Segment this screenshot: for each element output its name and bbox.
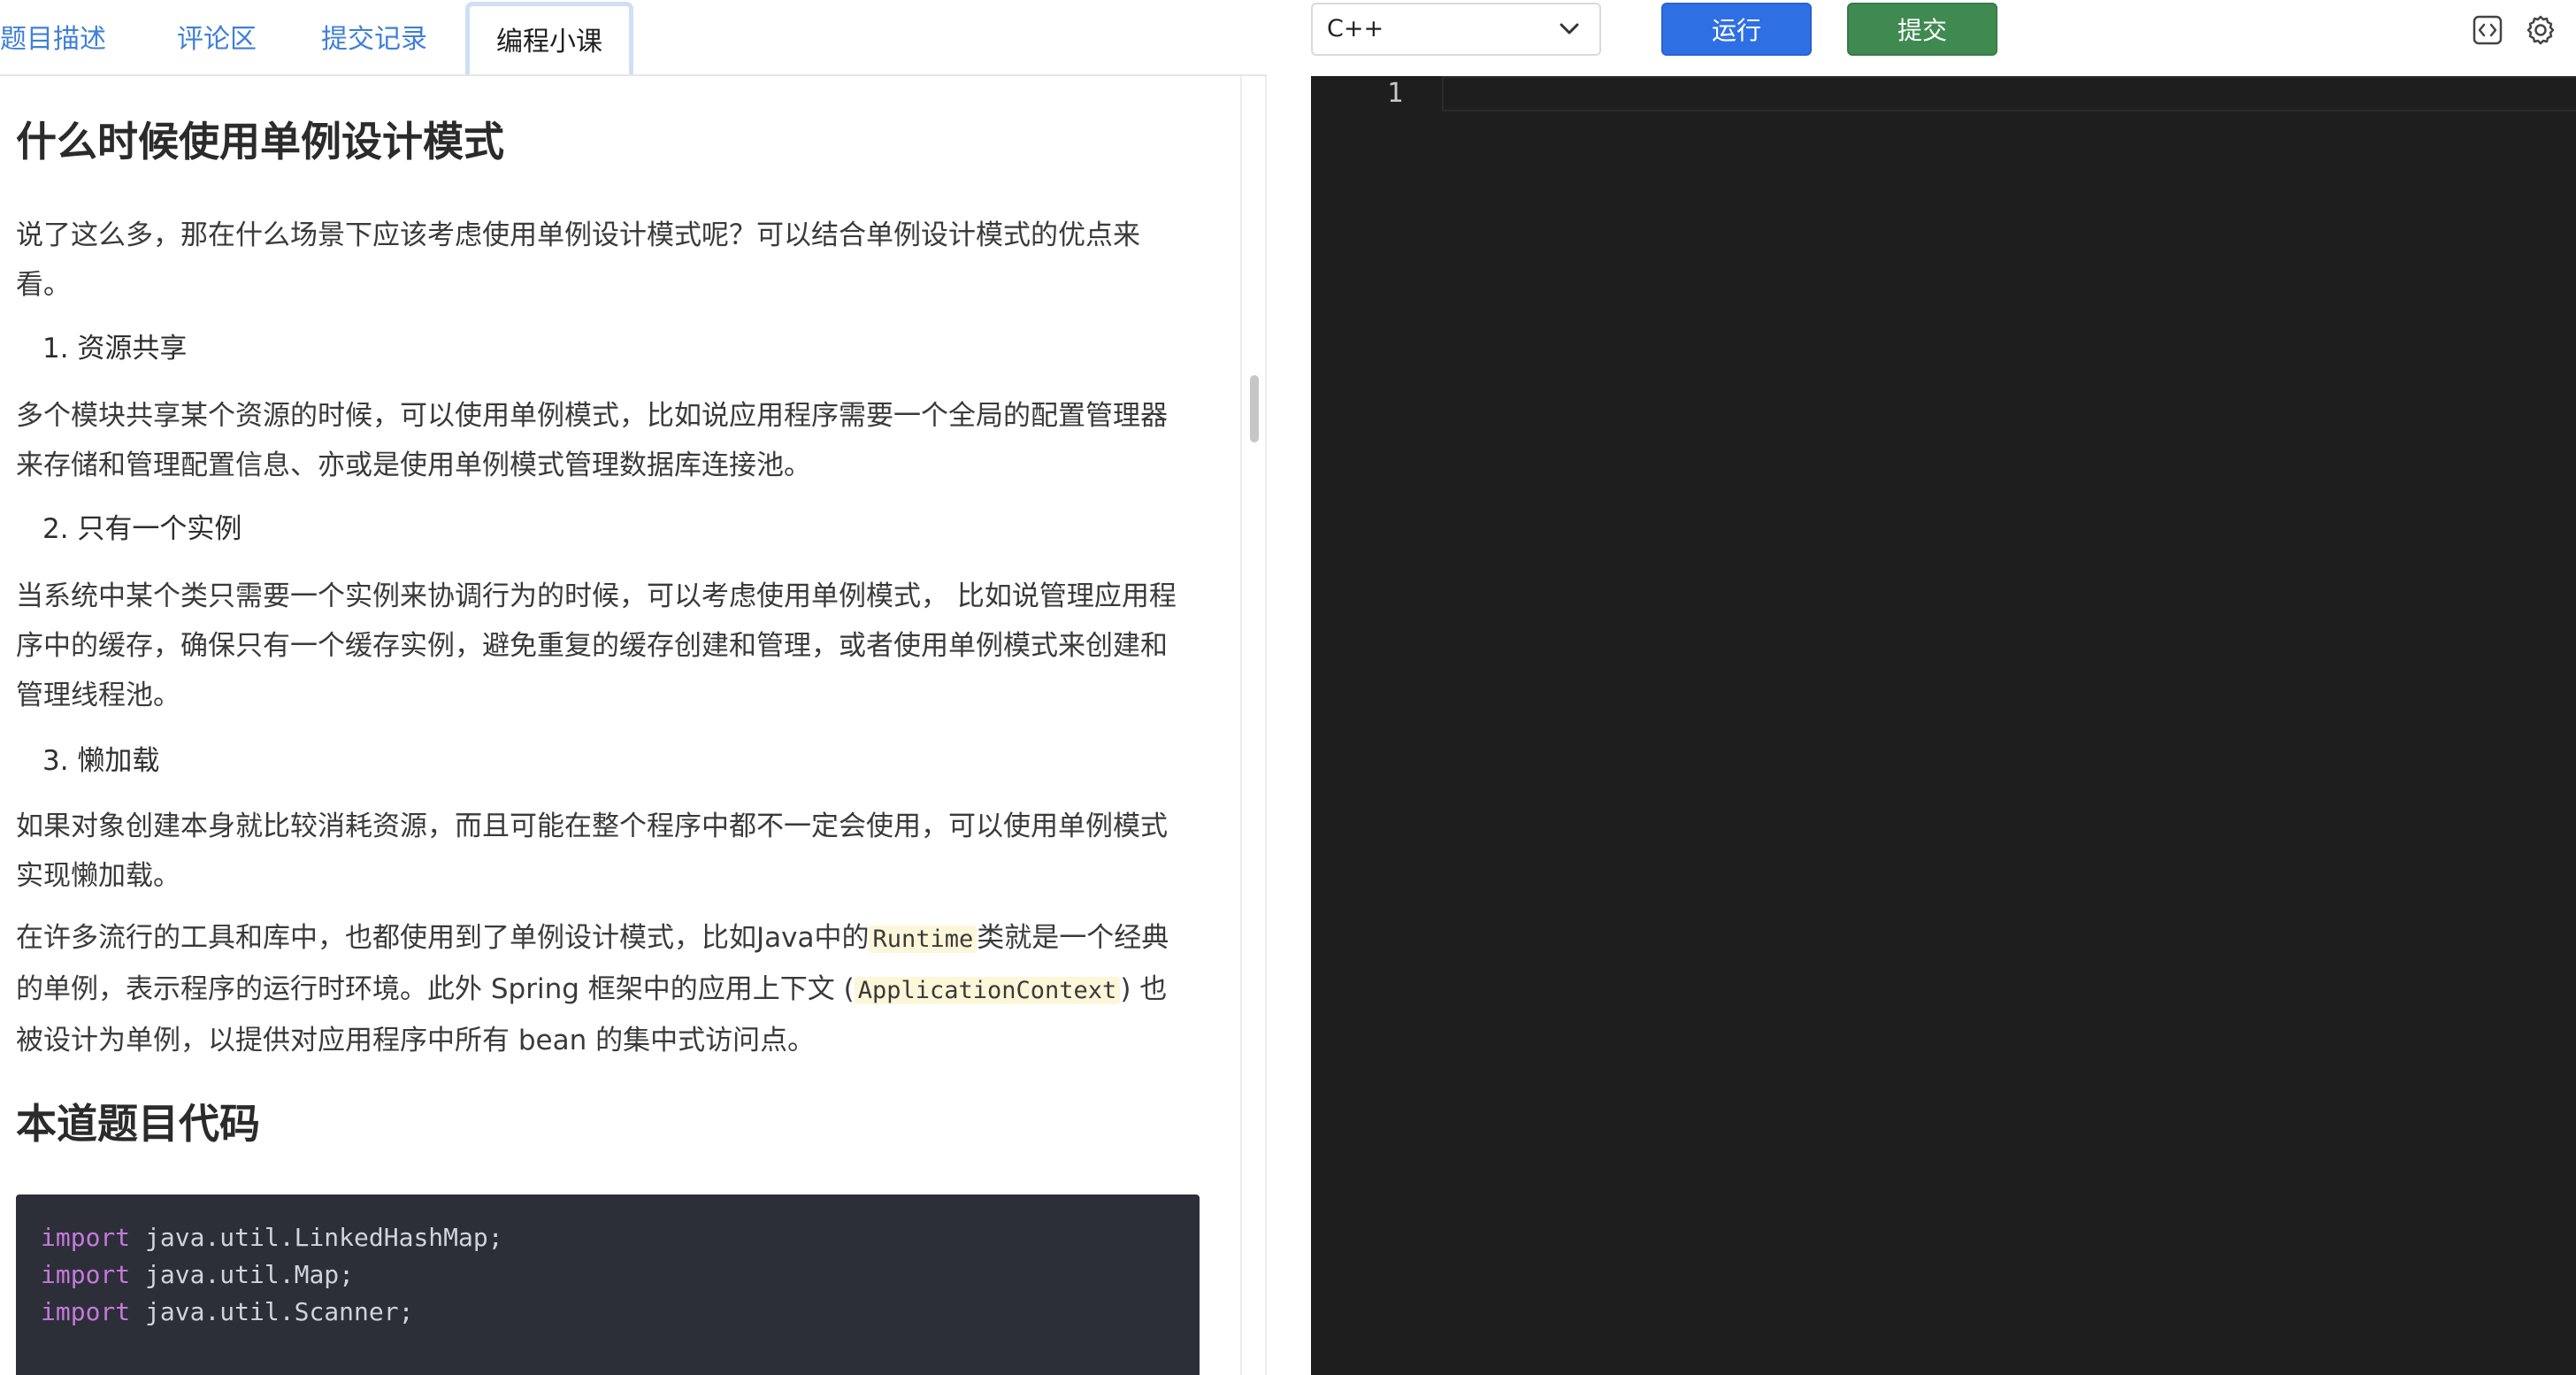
closing-text: 在许多流行的工具和库中，也都使用到了单例设计模式，比如Java中的 [16,922,870,954]
tab-bar: 题目描述 评论区 提交记录 编程小课 [0,0,1267,76]
run-button[interactable]: 运行 [1661,3,1812,56]
tab-comments[interactable]: 评论区 [177,0,257,76]
code-text: java.util.Map; [130,1260,355,1289]
gear-icon[interactable] [2525,14,2557,46]
section-heading: 什么时候使用单例设计模式 [16,118,504,165]
list-item-title: 3. 懒加载 [42,745,160,777]
tab-description[interactable]: 题目描述 [0,0,106,76]
list-item-title: 2. 只有一个实例 [42,513,242,545]
code-line: import java.util.LinkedHashMap; [41,1219,1175,1256]
list-item-text: 多个模块共享某个资源的时候，可以使用单例模式，比如说应用程序需要一个全局的配置管… [16,400,1168,481]
code-keyword: import [41,1223,131,1252]
inline-code-runtime: Runtime [869,926,978,953]
section-heading: 本道题目代码 [16,1100,260,1148]
list-item-text: 如果对象创建本身就比较消耗资源，而且可能在整个程序中都不一定会使用，可以使用单例… [16,810,1168,892]
intro-paragraph: 说了这么多，那在什么场景下应该考虑使用单例设计模式呢？可以结合单例设计模式的优点… [16,219,1140,301]
code-text: java.util.Scanner; [130,1297,414,1326]
code-text: java.util.LinkedHashMap; [130,1223,503,1252]
language-select-value: C++ [1327,15,1384,42]
list-item-text: 当系统中某个类只需要一个实例来协调行为的时候，可以考虑使用单例模式， 比如说管理… [16,580,1177,711]
editor-panel: C++ 运行 提交 1 [1267,0,2576,1375]
code-icon[interactable] [2472,14,2503,46]
submit-button[interactable]: 提交 [1847,3,1997,56]
chevron-down-icon [1560,23,1579,35]
editor-toolbar: C++ 运行 提交 [1267,0,2576,76]
language-select[interactable]: C++ [1311,3,1601,56]
tab-submissions[interactable]: 提交记录 [321,0,427,76]
code-line: import java.util.Map; [41,1256,1175,1294]
code-keyword: import [41,1297,131,1326]
line-number: 1 [1386,78,1403,109]
code-block: import java.util.LinkedHashMap; import j… [16,1194,1200,1375]
problem-panel: 题目描述 评论区 提交记录 编程小课 什么时候使用单例设计模式 说了这么多，那在… [0,0,1267,1375]
closing-paragraph: 在许多流行的工具和库中，也都使用到了单例设计模式，比如Java中的 Runtime… [16,913,1184,1065]
inline-code-applicationcontext: ApplicationContext [854,977,1121,1004]
code-editor[interactable]: 1 [1311,76,2576,1375]
list-item-title: 1. 资源共享 [42,333,188,365]
scrollbar-thumb[interactable] [1250,375,1259,442]
code-line: import java.util.Scanner; [41,1294,1175,1331]
code-keyword: import [41,1260,131,1289]
article-scrollbar[interactable] [1240,76,1267,1375]
app-root: 题目描述 评论区 提交记录 编程小课 什么时候使用单例设计模式 说了这么多，那在… [0,0,2576,1375]
article-scroll-area[interactable]: 什么时候使用单例设计模式 说了这么多，那在什么场景下应该考虑使用单例设计模式呢？… [0,76,1240,1375]
tab-programming-lesson[interactable]: 编程小课 [465,2,633,74]
current-line-highlight[interactable] [1442,76,2576,111]
